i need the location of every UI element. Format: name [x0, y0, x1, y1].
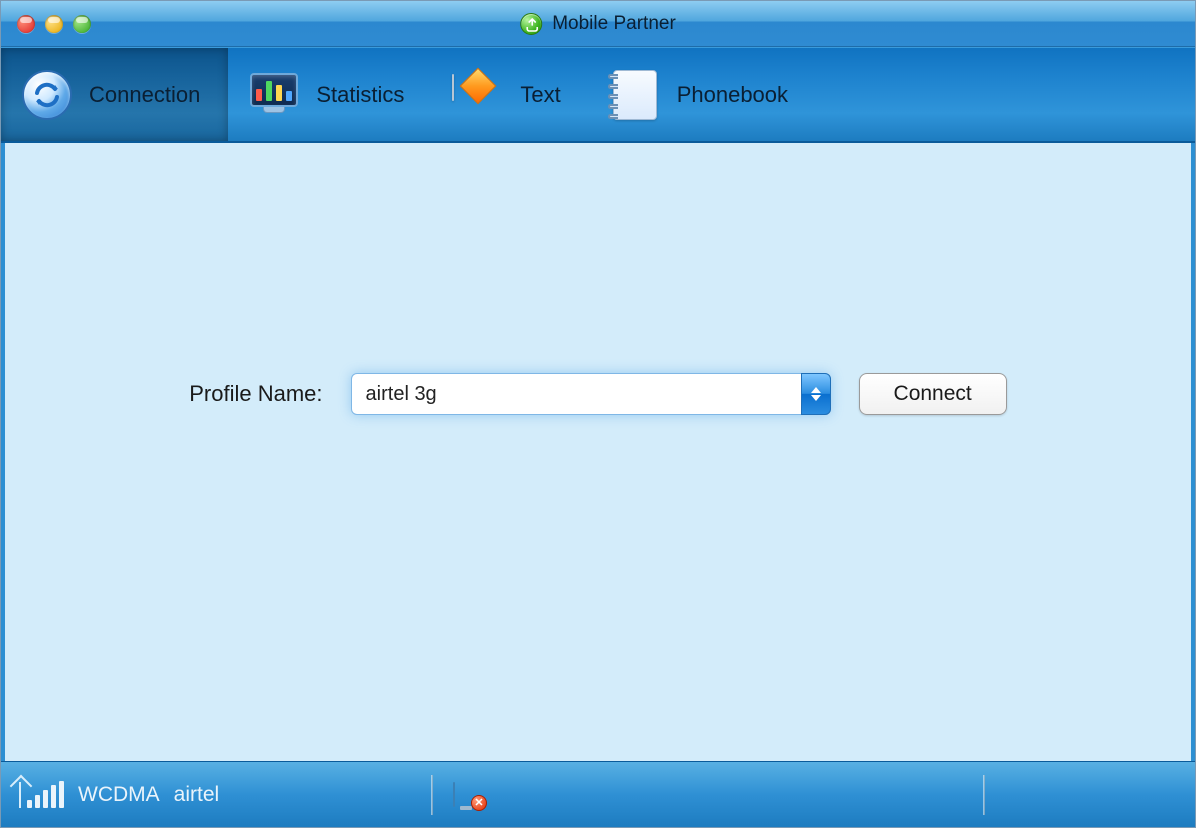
tab-statistics-label: Statistics: [316, 82, 404, 108]
tab-phonebook-label: Phonebook: [677, 82, 788, 108]
title-bar: Mobile Partner: [1, 1, 1195, 47]
zoom-window-button[interactable]: [73, 15, 91, 33]
tab-connection[interactable]: Connection: [1, 48, 228, 141]
tab-text[interactable]: Text: [432, 48, 588, 141]
tab-statistics[interactable]: Statistics: [228, 48, 432, 141]
select-stepper-icon[interactable]: [801, 373, 831, 415]
window-title: Mobile Partner: [520, 13, 676, 35]
tab-connection-label: Connection: [89, 82, 200, 108]
network-disconnected-icon: ✕: [453, 783, 481, 807]
profile-name-label: Profile Name:: [189, 381, 322, 407]
status-signal-segment: WCDMA airtel: [1, 775, 431, 815]
app-badge-icon: [520, 13, 542, 35]
profile-name-value: airtel 3g: [366, 383, 437, 406]
main-toolbar: Connection Statistics Text: [1, 47, 1195, 143]
tab-text-label: Text: [520, 82, 560, 108]
content-area: Profile Name: airtel 3g Connect: [1, 143, 1195, 761]
text-icon: [452, 69, 504, 121]
signal-strength-icon: [21, 782, 64, 808]
statistics-icon: [248, 69, 300, 121]
status-bar: WCDMA airtel ✕: [1, 761, 1195, 827]
close-window-button[interactable]: [17, 15, 35, 33]
phonebook-icon: [609, 69, 661, 121]
minimize-window-button[interactable]: [45, 15, 63, 33]
status-connection-segment: ✕: [433, 775, 983, 815]
status-right-segment: [985, 775, 1195, 815]
profile-row: Profile Name: airtel 3g Connect: [189, 373, 1007, 415]
tab-phonebook[interactable]: Phonebook: [589, 48, 816, 141]
profile-name-select[interactable]: airtel 3g: [351, 373, 831, 415]
carrier-label: airtel: [174, 783, 220, 807]
connect-button[interactable]: Connect: [859, 373, 1007, 415]
profile-select-wrap: airtel 3g: [351, 373, 831, 415]
window-controls: [17, 15, 91, 33]
window-title-text: Mobile Partner: [552, 13, 676, 35]
app-window: Mobile Partner Connection: [0, 0, 1196, 828]
network-mode-label: WCDMA: [78, 783, 160, 807]
connection-icon: [21, 69, 73, 121]
